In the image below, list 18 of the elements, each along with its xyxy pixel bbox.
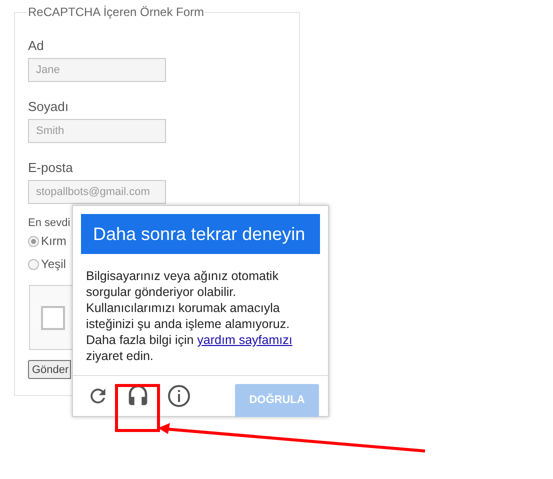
headphones-icon[interactable] xyxy=(127,384,149,408)
form-legend: ReCAPTCHA İçeren Örnek Form xyxy=(27,5,206,19)
field-label: Ad xyxy=(28,38,45,54)
field-label: E-posta xyxy=(28,160,74,176)
submit-button[interactable]: Gönder xyxy=(28,360,71,379)
info-icon[interactable] xyxy=(167,384,191,408)
radio-button[interactable] xyxy=(28,236,39,246)
challenge-title: Daha sonra tekrar deneyin xyxy=(81,214,320,254)
help-link[interactable]: yardım sayfamızı xyxy=(197,333,292,347)
radio-button[interactable] xyxy=(28,258,39,270)
highlight-frame xyxy=(115,384,160,432)
challenge-message: Bilgisayarınız veya ağınız otomatik sorgular gönderiyor olabilir. Kullanıcılarımızı korumak amacıyla isteğinizi şu anda işleme alamıyoruz. Daha fazla bilgi için yardım sayfamızı ziyaret edin. xyxy=(86,268,294,364)
checkbox[interactable] xyxy=(41,306,65,330)
input-field[interactable]: Smith xyxy=(28,119,166,143)
input-field[interactable]: stopallbots@gmail.com xyxy=(28,180,166,204)
field-label: Soyadı xyxy=(28,99,70,115)
question-label: En sevdi xyxy=(28,216,70,230)
input-field[interactable]: Jane xyxy=(28,58,166,82)
